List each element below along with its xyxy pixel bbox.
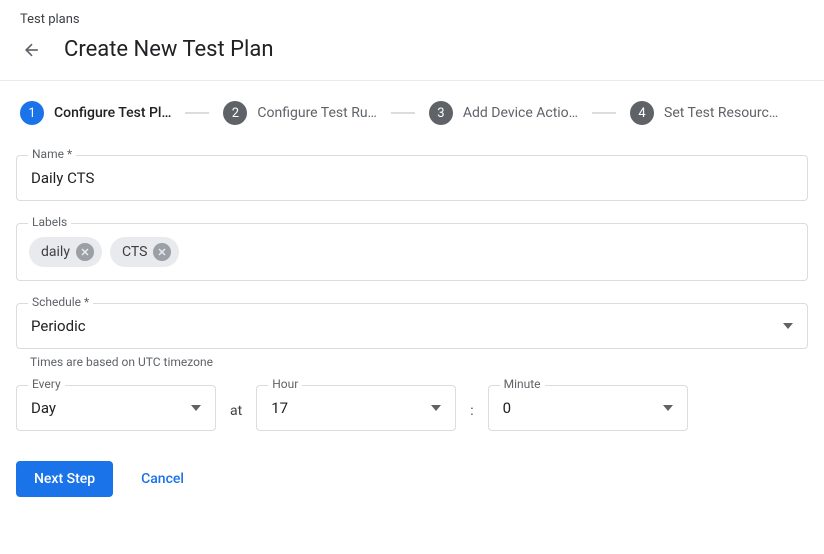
schedule-field-wrap: Schedule * Periodic xyxy=(16,303,808,349)
every-label: Every xyxy=(28,377,65,391)
close-icon xyxy=(156,246,168,258)
labels-field-wrap: Labels daily CTS xyxy=(16,223,808,281)
every-select[interactable]: Day xyxy=(16,385,216,431)
time-row: Every Day at Hour 17 : Minute 0 xyxy=(16,385,808,431)
step-connector xyxy=(592,112,616,114)
step-label: Set Test Resourc… xyxy=(664,105,778,121)
close-icon xyxy=(79,246,91,258)
step-label: Configure Test Ru… xyxy=(257,105,377,121)
breadcrumb: Test plans xyxy=(0,0,824,31)
step-connector xyxy=(391,112,415,114)
step-circle: 3 xyxy=(429,101,453,125)
actions-row: Next Step Cancel xyxy=(16,461,808,497)
chevron-down-icon xyxy=(663,405,673,411)
step-3[interactable]: 3 Add Device Actio… xyxy=(429,101,578,125)
hour-label: Hour xyxy=(268,377,302,391)
chevron-down-icon xyxy=(431,405,441,411)
cancel-button[interactable]: Cancel xyxy=(141,471,184,487)
step-2[interactable]: 2 Configure Test Ru… xyxy=(223,101,377,125)
step-connector xyxy=(185,112,209,114)
every-value: Day xyxy=(31,399,56,417)
hour-select[interactable]: 17 xyxy=(256,385,456,431)
every-field-wrap: Every Day xyxy=(16,385,216,431)
schedule-hint: Times are based on UTC timezone xyxy=(16,355,808,369)
labels-input[interactable]: daily CTS xyxy=(16,223,808,281)
minute-value: 0 xyxy=(503,399,511,417)
schedule-select[interactable]: Periodic xyxy=(16,303,808,349)
next-step-button[interactable]: Next Step xyxy=(16,461,113,497)
content: 1 Configure Test Pl… 2 Configure Test Ru… xyxy=(0,81,824,517)
chip-daily: daily xyxy=(29,237,102,267)
step-4[interactable]: 4 Set Test Resourc… xyxy=(630,101,778,125)
step-label: Configure Test Pl… xyxy=(54,105,171,121)
page-title: Create New Test Plan xyxy=(64,37,274,62)
header: Create New Test Plan xyxy=(0,31,824,81)
minute-label: Minute xyxy=(500,377,545,391)
at-text: at xyxy=(230,403,242,431)
stepper: 1 Configure Test Pl… 2 Configure Test Ru… xyxy=(16,101,808,125)
arrow-left-icon xyxy=(22,40,42,60)
step-1[interactable]: 1 Configure Test Pl… xyxy=(20,101,171,125)
step-label: Add Device Actio… xyxy=(463,105,578,121)
step-circle: 2 xyxy=(223,101,247,125)
chevron-down-icon xyxy=(783,323,793,329)
chip-remove-button[interactable] xyxy=(76,243,94,261)
minute-select[interactable]: 0 xyxy=(488,385,688,431)
back-button[interactable] xyxy=(20,38,44,62)
hour-field-wrap: Hour 17 xyxy=(256,385,456,431)
step-circle: 4 xyxy=(630,101,654,125)
step-circle: 1 xyxy=(20,101,44,125)
colon-text: : xyxy=(470,403,473,431)
chip-label: daily xyxy=(41,244,70,260)
hour-value: 17 xyxy=(271,399,288,417)
name-input[interactable] xyxy=(16,155,808,201)
chevron-down-icon xyxy=(191,405,201,411)
chip-remove-button[interactable] xyxy=(153,243,171,261)
name-label: Name * xyxy=(28,147,76,161)
schedule-label: Schedule * xyxy=(28,295,93,309)
schedule-value: Periodic xyxy=(31,317,86,335)
labels-label: Labels xyxy=(28,215,71,229)
chip-label: CTS xyxy=(122,244,147,260)
name-field-wrap: Name * xyxy=(16,155,808,201)
minute-field-wrap: Minute 0 xyxy=(488,385,688,431)
chip-cts: CTS xyxy=(110,237,179,267)
